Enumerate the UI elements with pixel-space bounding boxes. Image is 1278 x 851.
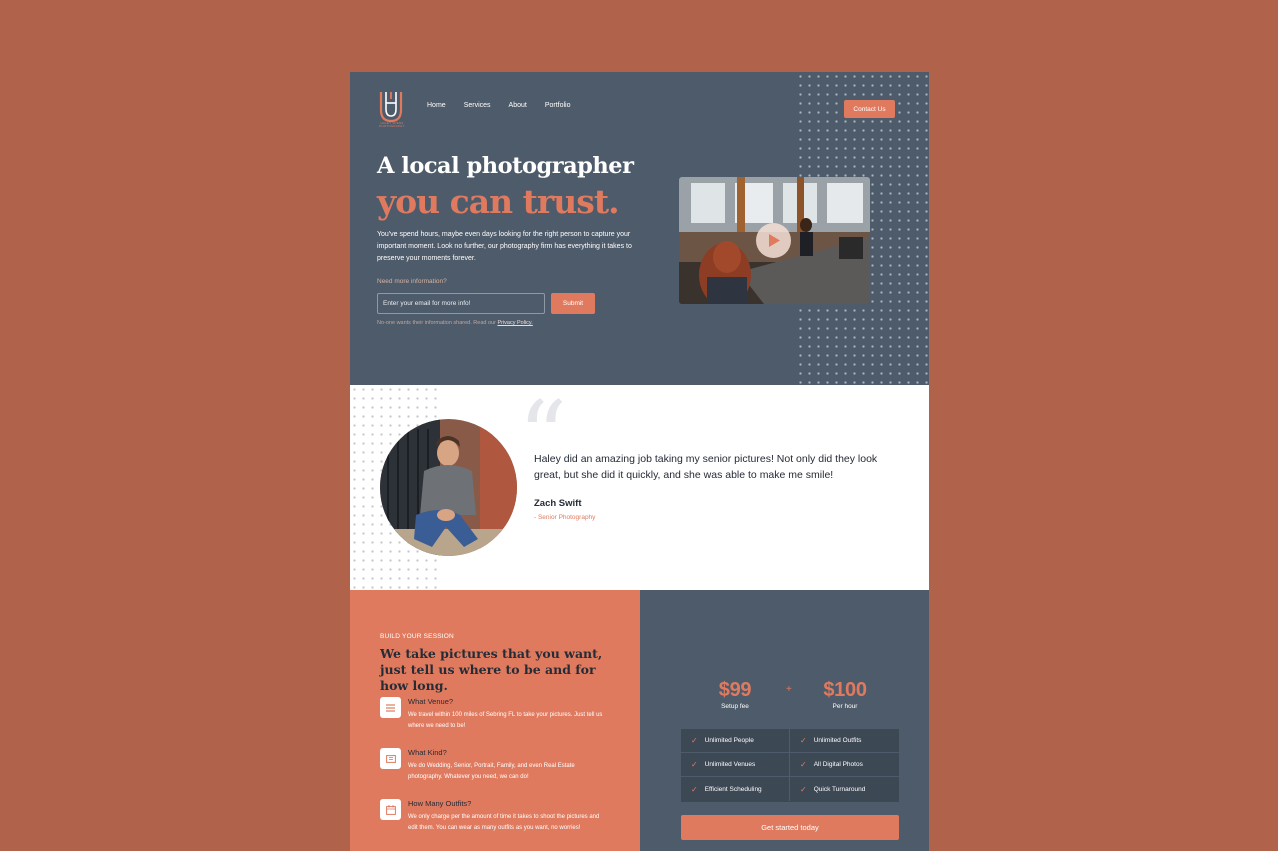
- privacy-text: No-one wants their information shared. R…: [377, 320, 498, 326]
- testimonial-role: - Senior Photography: [534, 514, 596, 521]
- hero-title-line1: A local photographer: [377, 153, 634, 179]
- feature-title: How Many Outfits?: [408, 799, 472, 808]
- check-icon: ✓: [691, 736, 698, 745]
- pricing-features-grid: ✓ Unlimited People ✓ Unlimited Outfits ✓ Un…: [681, 729, 899, 802]
- logo-mark-icon: [379, 92, 403, 123]
- pricing-feature: ✓ Unlimited People: [681, 729, 790, 753]
- avatar: [380, 419, 517, 556]
- pricing-feature: ✓ Unlimited Venues: [681, 753, 790, 777]
- feature-title: What Kind?: [408, 748, 447, 757]
- feature-description: We only charge per the amount of time it…: [408, 814, 600, 831]
- pricing-feature-label: Efficient Scheduling: [704, 785, 762, 793]
- check-icon: ✓: [691, 784, 698, 794]
- hourly-price: $100 Per hour: [805, 679, 885, 710]
- check-icon: ✓: [800, 760, 807, 769]
- nav-services[interactable]: Services: [464, 102, 491, 109]
- pricing-feature-label: Unlimited Outfits: [813, 737, 862, 744]
- pricing-feature-label: All Digital Photos: [813, 761, 863, 768]
- testimonial-author: Zach Swift: [534, 498, 582, 509]
- pricing-feature: ✓ All Digital Photos: [790, 753, 899, 777]
- feature-description: We travel within 100 miles of Sebring FL…: [408, 712, 603, 729]
- email-input[interactable]: [377, 293, 545, 314]
- calendar-icon: [380, 799, 401, 820]
- hero-section: HALEY SPENS PHOTOGRAPHY Home Services Ab…: [350, 72, 929, 385]
- logo-text: HALEY SPENS PHOTOGRAPHY: [379, 121, 405, 128]
- nav-portfolio[interactable]: Portfolio: [545, 102, 571, 109]
- pricing-feature: ✓ Efficient Scheduling: [681, 777, 790, 801]
- testimonial-section: “ Haley did an amazing job taking my sen…: [350, 385, 929, 590]
- hourly-price-value: $100: [823, 679, 867, 701]
- setup-price: $99 Setup fee: [695, 679, 775, 710]
- pricing-section: $99 Setup fee + $100 Per hour ✓ Unlimited…: [640, 590, 929, 851]
- landing-page: HALEY SPENS PHOTOGRAPHY Home Services Ab…: [350, 72, 929, 851]
- nav-home[interactable]: Home: [427, 102, 446, 109]
- pricing-feature: ✓ Quick Turnaround: [790, 777, 899, 801]
- privacy-policy-link[interactable]: Privacy Policy.: [497, 320, 532, 326]
- play-icon: [768, 234, 780, 247]
- section-title: We take pictures that you want, just tel…: [380, 646, 603, 693]
- privacy-note: No-one wants their information shared. R…: [377, 320, 533, 326]
- setup-price-value: $99: [718, 679, 752, 701]
- pricing-feature-label: Unlimited People: [704, 737, 754, 744]
- check-icon: ✓: [800, 736, 807, 745]
- pricing-feature: ✓ Unlimited Outfits: [790, 729, 899, 753]
- check-icon: ✓: [800, 784, 807, 794]
- list-icon: [380, 697, 401, 718]
- get-started-button[interactable]: Get started today: [681, 815, 899, 840]
- play-button[interactable]: [756, 223, 791, 258]
- info-prompt: Need more information?: [377, 278, 447, 285]
- testimonial-photo: [380, 419, 517, 556]
- feature-description: We do Wedding, Senior, Portrait, Family,…: [408, 763, 575, 780]
- section-eyebrow: BUILD YOUR SESSION: [380, 633, 454, 640]
- main-nav: Home Services About Portfolio: [427, 102, 571, 109]
- hero-title-line2: you can trust.: [377, 182, 620, 221]
- pricing-feature-label: Quick Turnaround: [813, 785, 866, 793]
- contact-button[interactable]: Contact Us: [844, 100, 895, 118]
- testimonial-quote: Haley did an amazing job taking my senio…: [534, 453, 878, 481]
- video-thumbnail[interactable]: [679, 177, 870, 304]
- check-icon: ✓: [691, 760, 698, 769]
- plus-icon: +: [786, 684, 792, 695]
- feature-title: What Venue?: [408, 697, 454, 706]
- hero-description: You've spend hours, maybe even days look…: [377, 231, 632, 262]
- image-icon: [380, 748, 401, 769]
- nav-about[interactable]: About: [509, 102, 527, 109]
- hourly-price-label: Per hour: [832, 703, 858, 710]
- pricing-feature-label: Unlimited Venues: [704, 761, 756, 768]
- submit-button[interactable]: Submit: [551, 293, 595, 314]
- build-session-section: BUILD YOUR SESSION We take pictures that…: [350, 590, 640, 851]
- setup-price-label: Setup fee: [721, 703, 749, 710]
